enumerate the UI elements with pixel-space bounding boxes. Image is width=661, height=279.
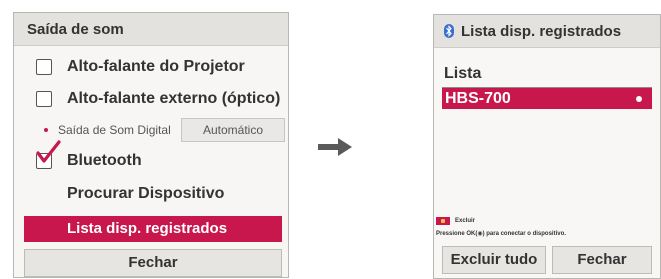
search-device-label: Procurar Dispositivo	[67, 185, 225, 202]
digital-output-button[interactable]: Automático	[181, 118, 285, 142]
option-projector-speaker[interactable]: Alto-falante do Projetor	[14, 52, 288, 82]
arrow-right-icon	[318, 138, 352, 156]
option-label: Alto-falante externo (óptico)	[67, 90, 281, 107]
search-device-item[interactable]: Procurar Dispositivo	[14, 179, 288, 209]
legend-label: Excluir	[455, 218, 476, 224]
connect-hint: Pressione OK(◉) para conectar o disposit…	[436, 231, 566, 237]
projector-speaker-checkbox[interactable]	[36, 59, 52, 75]
device-list-item[interactable]: HBS-700	[442, 88, 652, 109]
connected-dot-icon	[636, 96, 642, 102]
external-speaker-checkbox[interactable]	[36, 91, 52, 107]
checkmark-icon	[36, 140, 61, 163]
sound-output-panel: Saída de som Alto-falante do Projetor Al…	[13, 12, 289, 278]
device-name: HBS-700	[445, 90, 511, 107]
option-label: Bluetooth	[67, 152, 142, 169]
close-button[interactable]: Fechar	[552, 246, 652, 274]
option-bluetooth[interactable]: Bluetooth	[14, 140, 288, 176]
panel-title: Lista disp. registrados	[461, 23, 622, 40]
delete-legend: Excluir	[436, 217, 475, 225]
registered-devices-panel: Lista disp. registrados Lista HBS-700 Ex…	[433, 14, 661, 279]
close-button[interactable]: Fechar	[24, 249, 282, 277]
digital-output-label: Saída de Som Digital	[58, 123, 171, 137]
bullet-icon	[44, 128, 48, 132]
panel-header: Lista disp. registrados	[434, 15, 660, 48]
option-label: Alto-falante do Projetor	[67, 58, 245, 75]
panel-title: Saída de som	[14, 13, 288, 46]
list-heading: Lista	[444, 65, 482, 82]
registered-devices-item[interactable]: Lista disp. registrados	[24, 216, 282, 242]
option-external-speaker[interactable]: Alto-falante externo (óptico)	[14, 84, 288, 114]
delete-all-button[interactable]: Excluir tudo	[442, 246, 546, 274]
bluetooth-icon	[444, 24, 454, 38]
red-key-icon	[436, 217, 450, 225]
